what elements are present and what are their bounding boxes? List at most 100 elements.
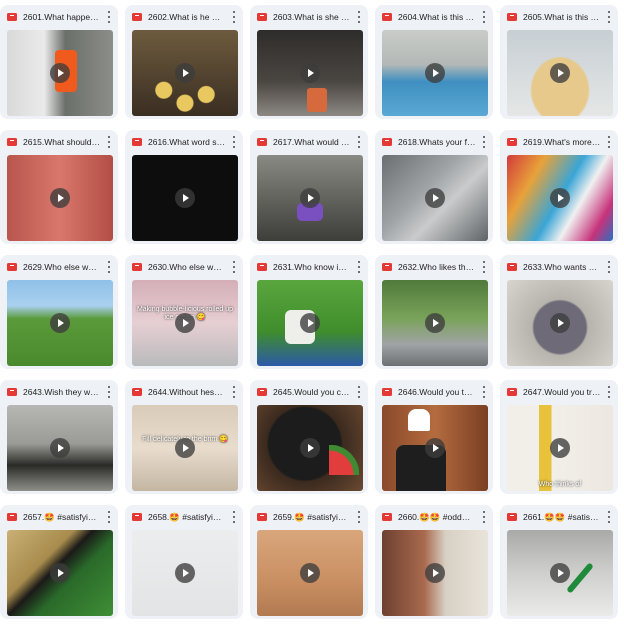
more-vert-icon[interactable] xyxy=(607,386,611,398)
play-icon[interactable] xyxy=(175,313,195,333)
play-icon[interactable] xyxy=(425,313,445,333)
video-thumbnail[interactable] xyxy=(132,155,238,241)
play-icon[interactable] xyxy=(425,63,445,83)
video-card[interactable]: 2629.Who else wa… xyxy=(0,255,118,369)
video-card[interactable]: 2631.Who know in… xyxy=(250,255,368,369)
more-vert-icon[interactable] xyxy=(607,136,611,148)
video-card[interactable]: 2659.🤩 #satisfyi… xyxy=(250,505,368,619)
video-card[interactable]: 2605.What is this … xyxy=(500,5,618,119)
video-thumbnail[interactable]: Who thinks of xyxy=(507,405,613,491)
more-vert-icon[interactable] xyxy=(357,511,361,523)
more-vert-icon[interactable] xyxy=(357,11,361,23)
play-icon[interactable] xyxy=(425,188,445,208)
video-thumbnail[interactable] xyxy=(257,155,363,241)
video-thumbnail[interactable] xyxy=(507,280,613,366)
video-thumbnail[interactable] xyxy=(7,155,113,241)
video-card[interactable]: 2644.Without hes… Fill delicately to the… xyxy=(125,380,243,494)
more-vert-icon[interactable] xyxy=(107,386,111,398)
video-thumbnail[interactable] xyxy=(507,155,613,241)
more-vert-icon[interactable] xyxy=(232,11,236,23)
play-icon[interactable] xyxy=(50,63,70,83)
play-icon[interactable] xyxy=(50,438,70,458)
play-icon[interactable] xyxy=(175,438,195,458)
play-icon[interactable] xyxy=(300,563,320,583)
more-vert-icon[interactable] xyxy=(482,136,486,148)
play-icon[interactable] xyxy=(300,188,320,208)
video-thumbnail[interactable] xyxy=(382,155,488,241)
play-icon[interactable] xyxy=(550,313,570,333)
video-card[interactable]: 2657.🤩 #satisfyi… xyxy=(0,505,118,619)
video-card[interactable]: 2616.What word s… xyxy=(125,130,243,244)
play-icon[interactable] xyxy=(550,188,570,208)
play-icon[interactable] xyxy=(300,63,320,83)
more-vert-icon[interactable] xyxy=(107,136,111,148)
more-vert-icon[interactable] xyxy=(357,386,361,398)
more-vert-icon[interactable] xyxy=(357,261,361,273)
video-card[interactable]: 2604.What is this … xyxy=(375,5,493,119)
video-thumbnail[interactable] xyxy=(507,530,613,616)
video-card[interactable]: 2643.Wish they w… xyxy=(0,380,118,494)
video-thumbnail[interactable] xyxy=(507,30,613,116)
video-thumbnail[interactable] xyxy=(7,405,113,491)
video-card[interactable]: 2661.🤩🤩 #satis… xyxy=(500,505,618,619)
more-vert-icon[interactable] xyxy=(107,511,111,523)
play-icon[interactable] xyxy=(175,188,195,208)
more-vert-icon[interactable] xyxy=(482,386,486,398)
video-card[interactable]: 2618.Whats your f… xyxy=(375,130,493,244)
video-card[interactable]: 2646.Would you t… xyxy=(375,380,493,494)
more-vert-icon[interactable] xyxy=(482,511,486,523)
video-thumbnail[interactable] xyxy=(7,280,113,366)
video-thumbnail[interactable] xyxy=(132,530,238,616)
play-icon[interactable] xyxy=(50,563,70,583)
video-thumbnail[interactable] xyxy=(132,30,238,116)
video-card[interactable]: 2632.Who likes th… xyxy=(375,255,493,369)
play-icon[interactable] xyxy=(550,438,570,458)
play-icon[interactable] xyxy=(425,563,445,583)
video-thumbnail[interactable] xyxy=(382,280,488,366)
video-card[interactable]: 2630.Who else w… Making bubble-licious r… xyxy=(125,255,243,369)
more-vert-icon[interactable] xyxy=(482,11,486,23)
video-thumbnail[interactable]: Making bubble-licious rolled up ice crea… xyxy=(132,280,238,366)
more-vert-icon[interactable] xyxy=(357,136,361,148)
video-thumbnail[interactable] xyxy=(257,30,363,116)
more-vert-icon[interactable] xyxy=(107,11,111,23)
play-icon[interactable] xyxy=(550,563,570,583)
more-vert-icon[interactable] xyxy=(107,261,111,273)
video-card[interactable]: 2603.What is she … xyxy=(250,5,368,119)
video-card[interactable]: 2647.Would you tr… Who thinks of xyxy=(500,380,618,494)
play-icon[interactable] xyxy=(175,63,195,83)
video-thumbnail[interactable] xyxy=(257,280,363,366)
video-thumbnail[interactable] xyxy=(382,530,488,616)
more-vert-icon[interactable] xyxy=(607,511,611,523)
play-icon[interactable] xyxy=(175,563,195,583)
play-icon[interactable] xyxy=(300,438,320,458)
more-vert-icon[interactable] xyxy=(607,261,611,273)
video-thumbnail[interactable] xyxy=(382,30,488,116)
video-card[interactable]: 2602.What is he … xyxy=(125,5,243,119)
more-vert-icon[interactable] xyxy=(232,136,236,148)
video-card[interactable]: 2660.🤩🤩 #odd… xyxy=(375,505,493,619)
video-card[interactable]: 2633.Who wants … xyxy=(500,255,618,369)
video-thumbnail[interactable] xyxy=(7,530,113,616)
video-thumbnail[interactable]: Fill delicately to the brim 😋 xyxy=(132,405,238,491)
video-card[interactable]: 2658.🤩 #satisfyi… xyxy=(125,505,243,619)
video-thumbnail[interactable] xyxy=(257,530,363,616)
play-icon[interactable] xyxy=(300,313,320,333)
more-vert-icon[interactable] xyxy=(232,511,236,523)
video-card[interactable]: 2645.Would you c… xyxy=(250,380,368,494)
play-icon[interactable] xyxy=(550,63,570,83)
video-card[interactable]: 2617.What would … xyxy=(250,130,368,244)
video-thumbnail[interactable] xyxy=(382,405,488,491)
video-thumbnail[interactable] xyxy=(257,405,363,491)
video-card[interactable]: 2615.What should… xyxy=(0,130,118,244)
more-vert-icon[interactable] xyxy=(482,261,486,273)
video-thumbnail[interactable] xyxy=(7,30,113,116)
more-vert-icon[interactable] xyxy=(607,11,611,23)
more-vert-icon[interactable] xyxy=(232,386,236,398)
play-icon[interactable] xyxy=(50,313,70,333)
play-icon[interactable] xyxy=(425,438,445,458)
more-vert-icon[interactable] xyxy=(232,261,236,273)
video-card[interactable]: 2619.What's more … xyxy=(500,130,618,244)
play-icon[interactable] xyxy=(50,188,70,208)
video-card[interactable]: 2601.What happe… xyxy=(0,5,118,119)
